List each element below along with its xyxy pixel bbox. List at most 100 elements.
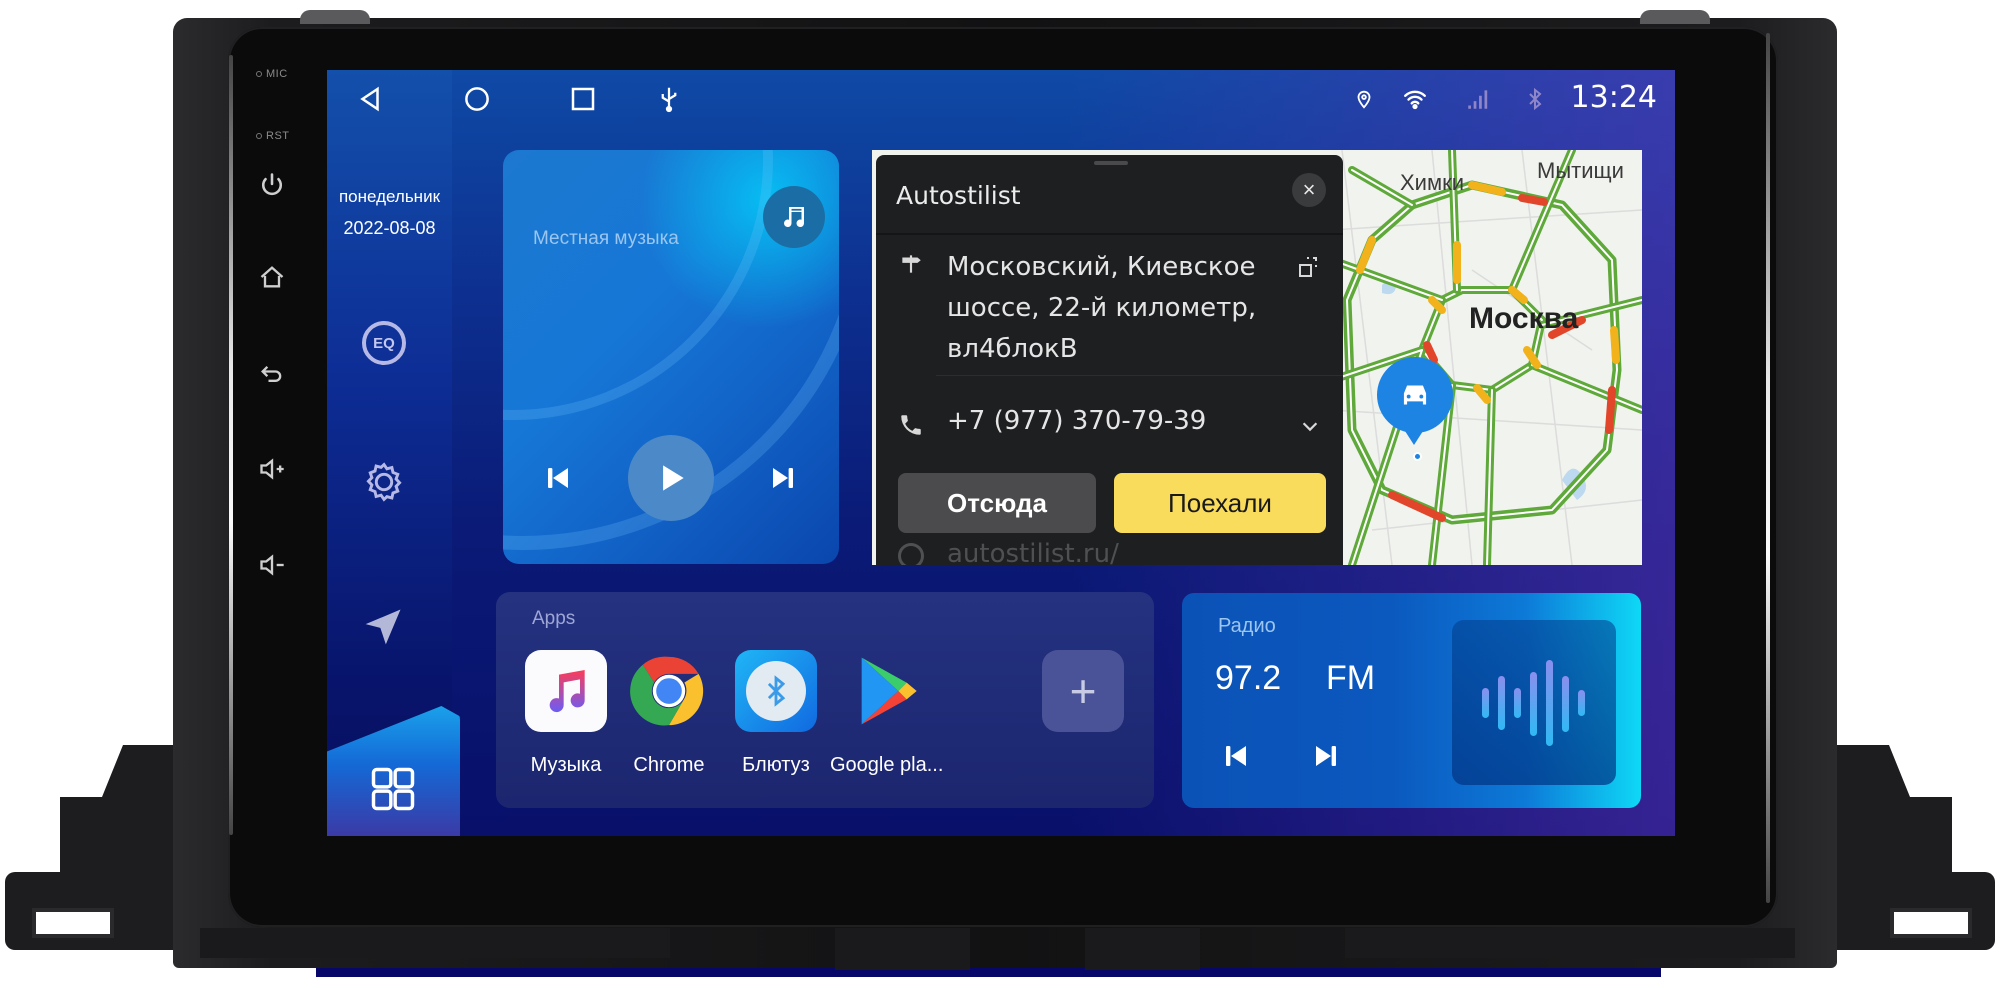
wave-bar <box>1562 676 1569 732</box>
radio-next-button[interactable] <box>1308 738 1344 774</box>
hw-power-button[interactable] <box>255 168 289 202</box>
google-play-icon <box>844 650 926 732</box>
music-note-icon <box>784 207 805 228</box>
globe-icon <box>898 543 924 565</box>
chrome-trim-left <box>229 55 233 835</box>
top-knob <box>300 10 370 24</box>
recents-icon <box>571 87 595 111</box>
map-widget[interactable]: Химки Мытищи Москва Autostilist × Москов… <box>872 150 1642 565</box>
wave-bar <box>1530 672 1537 736</box>
nav-back-button[interactable] <box>353 82 387 116</box>
hw-back-button[interactable] <box>255 358 289 392</box>
radio-previous-button[interactable] <box>1218 738 1254 774</box>
home-icon <box>260 266 284 288</box>
mic-label: MIC <box>256 68 288 80</box>
eq-button[interactable]: EQ <box>361 320 407 366</box>
app-label: Блютуз <box>742 754 810 776</box>
place-title: Autostilist <box>896 181 1021 210</box>
top-knob <box>1640 10 1710 24</box>
radio-band: FM <box>1326 659 1376 697</box>
bottom-clip <box>1345 928 1795 958</box>
usb-indicator <box>652 82 686 116</box>
power-icon <box>261 173 283 196</box>
divider <box>936 375 1343 376</box>
home-icon <box>465 87 489 111</box>
hw-volume-down-button[interactable] <box>255 548 289 582</box>
place-card: Autostilist × Московский, Киевское шоссе… <box>876 155 1343 565</box>
chrome-icon <box>628 650 710 732</box>
app-music[interactable]: Музыка <box>511 650 621 777</box>
right-bracket-hole <box>1890 908 1972 938</box>
music-next-button[interactable] <box>763 458 803 498</box>
close-button[interactable]: × <box>1292 173 1326 207</box>
navigation-icon <box>365 609 401 645</box>
weekday-label: понедельник <box>338 187 441 206</box>
map-label-mytishchi: Мытищи <box>1537 158 1624 183</box>
location-dot <box>1413 452 1422 461</box>
drag-handle[interactable] <box>1094 161 1128 165</box>
app-chrome[interactable]: Chrome <box>614 650 724 777</box>
app-label: Музыка <box>530 754 602 776</box>
car-location-pin[interactable] <box>1377 357 1453 445</box>
bluetooth-app-icon <box>735 650 817 732</box>
map-label-khimki: Химки <box>1400 170 1465 195</box>
go-button[interactable]: Поехали <box>1114 473 1326 533</box>
settings-button[interactable] <box>361 459 407 505</box>
app-label: Chrome <box>633 754 705 776</box>
wave-bar <box>1514 688 1521 718</box>
bottom-clip <box>835 928 970 970</box>
app-google-play[interactable]: Google pla... <box>830 650 944 777</box>
volume-up-icon <box>260 458 284 480</box>
clock: 13:24 <box>1570 80 1657 115</box>
nav-recents-button[interactable] <box>566 82 600 116</box>
wave-bar <box>1482 688 1489 718</box>
play-icon <box>663 465 684 491</box>
bottom-clip <box>200 928 670 958</box>
navigation-button[interactable] <box>361 603 407 649</box>
chrome-trim-right <box>1766 33 1770 903</box>
eq-icon: EQ <box>362 321 406 365</box>
status-bar: 13:24 <box>327 70 1675 126</box>
nav-home-button[interactable] <box>460 82 494 116</box>
next-icon <box>773 468 793 488</box>
copy-icon[interactable] <box>1297 255 1321 279</box>
music-previous-button[interactable] <box>538 458 578 498</box>
previous-icon <box>548 468 568 488</box>
chevron-down-icon[interactable] <box>1299 417 1321 435</box>
rst-label: RST <box>256 130 290 142</box>
place-phone[interactable]: +7 (977) 370-79-39 <box>947 406 1206 436</box>
hw-volume-up-button[interactable] <box>255 452 289 486</box>
bottom-clip <box>1085 928 1200 970</box>
phone-icon <box>901 415 921 435</box>
back-icon <box>261 366 282 382</box>
radio-title: Радио <box>1218 615 1276 637</box>
music-source-label: Местная музыка <box>533 228 679 249</box>
radio-frequency: 97.2 <box>1215 659 1282 697</box>
app-label: Google pla... <box>830 754 944 776</box>
radio-widget[interactable]: Радио 97.2 FM <box>1182 593 1641 808</box>
app-bluetooth[interactable]: Блютуз <box>721 650 831 777</box>
add-app-button[interactable]: + <box>1028 650 1138 732</box>
route-from-here-button[interactable]: Отсюда <box>898 473 1096 533</box>
place-website[interactable]: autostilist.ru/ <box>947 539 1119 565</box>
map-label-moscow: Москва <box>1469 302 1579 335</box>
music-play-button[interactable] <box>628 435 714 521</box>
music-widget[interactable]: Местная музыка <box>503 150 839 564</box>
usb-icon <box>661 87 677 113</box>
head-unit-screen: 13:24 понедельник 2022-08-08 EQ Местная … <box>327 70 1675 836</box>
add-icon: + <box>1042 650 1124 732</box>
divider <box>876 233 1343 235</box>
bluetooth-indicator <box>1522 86 1548 112</box>
hw-home-button[interactable] <box>255 260 289 294</box>
back-icon <box>360 86 379 112</box>
location-indicator <box>1351 86 1377 112</box>
apps-panel-title: Apps <box>532 608 576 629</box>
close-icon: × <box>1302 177 1316 202</box>
settings-icon <box>366 462 402 502</box>
car-icon <box>1403 385 1427 405</box>
left-bracket-hole <box>32 908 114 938</box>
music-app-button[interactable] <box>763 186 825 248</box>
next-icon <box>1316 746 1336 766</box>
signal-indicator <box>1465 86 1491 112</box>
wave-bar <box>1498 676 1505 730</box>
